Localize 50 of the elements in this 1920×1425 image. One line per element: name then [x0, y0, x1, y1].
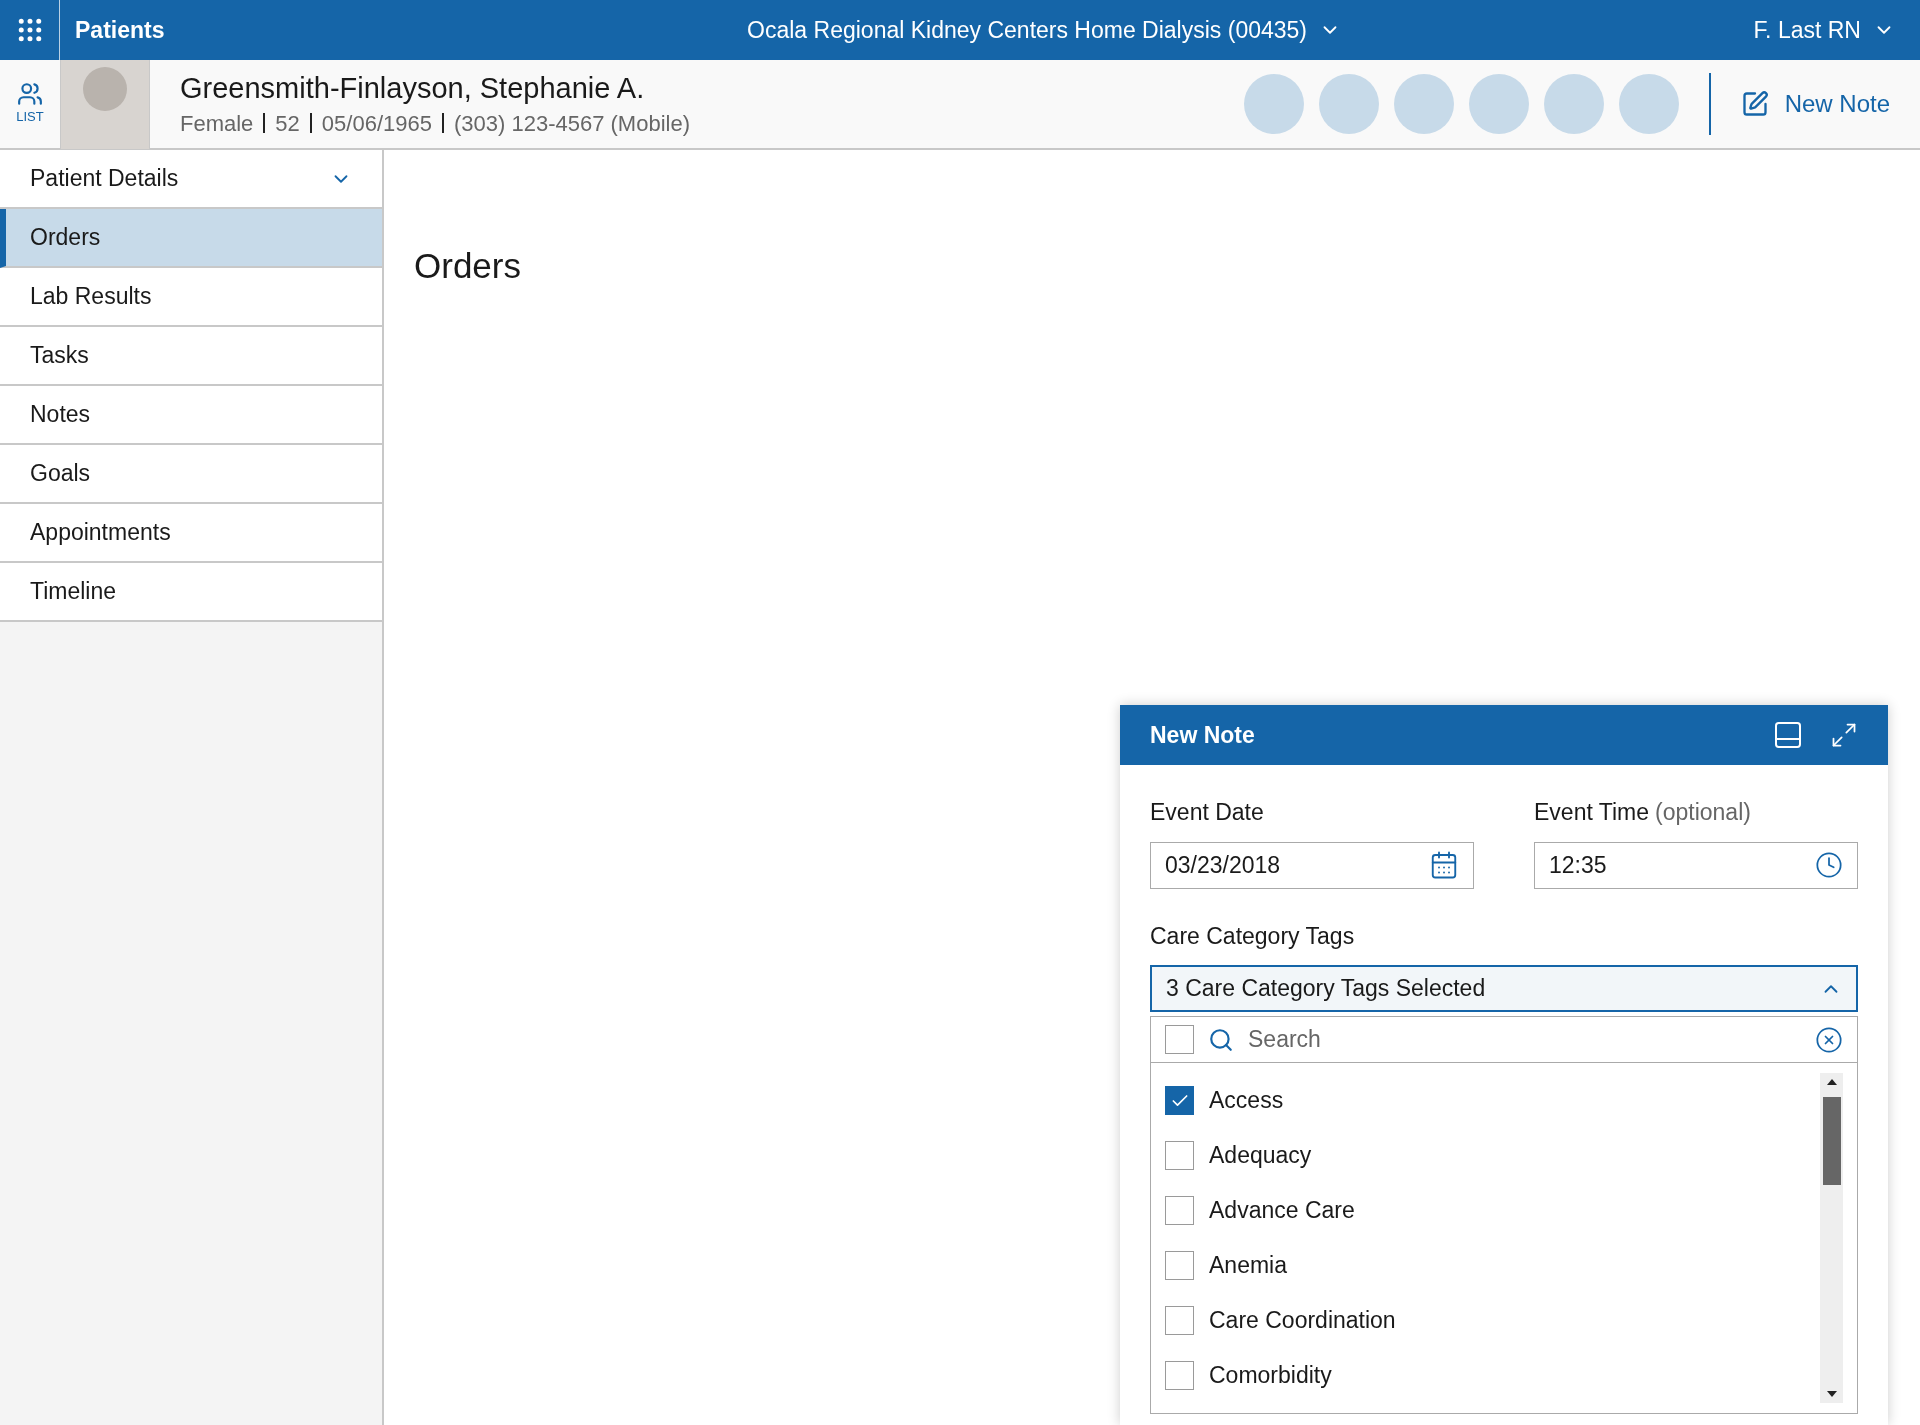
tag-option[interactable]: Comorbidity	[1209, 1358, 1332, 1393]
sidebar-item[interactable]: Goals	[0, 445, 382, 504]
patient-detail: Female	[180, 109, 254, 138]
sidebar-item[interactable]: Notes	[0, 386, 382, 445]
checkbox[interactable]	[1165, 1306, 1194, 1335]
people-icon	[17, 81, 43, 108]
patient-detail: 05/06/1965	[321, 109, 432, 138]
expand-icon[interactable]	[1830, 721, 1858, 749]
clear-icon	[1815, 1025, 1843, 1054]
note-edit-icon	[1740, 90, 1769, 118]
page-title: Orders	[414, 245, 522, 287]
optional-hint: (optional)	[1655, 798, 1751, 827]
field-label: Event Time	[1534, 798, 1650, 827]
checkbox[interactable]	[1165, 1025, 1194, 1054]
app-title: Patients	[75, 15, 165, 45]
checkbox[interactable]	[1165, 1141, 1194, 1170]
checkbox[interactable]	[1165, 1361, 1194, 1390]
patient-name: Greensmith-Finlayson, Stephanie A.	[180, 70, 646, 106]
tag-option[interactable]: Adequacy	[1209, 1138, 1312, 1173]
tag-option[interactable]: Access	[1209, 1083, 1284, 1118]
search-icon	[1208, 1026, 1234, 1053]
sidebar-item[interactable]: Lab Results	[0, 268, 382, 327]
tags-dropdown[interactable]: 3 Care Category Tags Selected	[1150, 965, 1858, 1012]
checkbox[interactable]	[1165, 1196, 1194, 1225]
sidebar-item[interactable]: Orders	[0, 209, 382, 268]
sidebar-item[interactable]: Timeline	[0, 563, 382, 622]
calendar-icon	[1429, 850, 1459, 880]
patient-detail: 52	[275, 109, 300, 138]
sidebar-item[interactable]: Tasks	[0, 327, 382, 386]
checkbox[interactable]	[1165, 1086, 1194, 1115]
tag-option[interactable]: Anemia	[1209, 1248, 1287, 1283]
search-field[interactable]: Search	[1248, 1022, 1801, 1057]
checkbox[interactable]	[1165, 1251, 1194, 1280]
field-label: Event Date	[1150, 798, 1265, 827]
sidebar-item[interactable]: Appointments	[0, 504, 382, 563]
patient-detail: (303) 123-4567 (Mobile)	[453, 109, 690, 138]
scrollbar[interactable]	[1820, 1073, 1843, 1403]
new-note-button[interactable]: New Note	[1740, 86, 1890, 122]
patient-details-toggle[interactable]: Patient Details	[0, 150, 382, 209]
dialog-title: New Note	[1150, 720, 1255, 750]
tag-option[interactable]: Care Coordination	[1209, 1303, 1396, 1338]
patient-list-button[interactable]: LIST	[0, 59, 60, 149]
field-label: Care Category Tags	[1150, 921, 1356, 951]
clock-icon	[1815, 851, 1843, 879]
time-field[interactable]: 12:35	[1534, 841, 1858, 889]
dock-icon[interactable]	[1772, 719, 1804, 751]
user-menu[interactable]: F. Last RN	[1753, 12, 1895, 48]
organization-dropdown[interactable]: Ocala Regional Kidney Centers Home Dialysis (00435)	[577, 12, 1341, 48]
date-field[interactable]: 03/23/2018	[1150, 841, 1474, 889]
tag-option[interactable]: Advance Care	[1209, 1193, 1355, 1228]
